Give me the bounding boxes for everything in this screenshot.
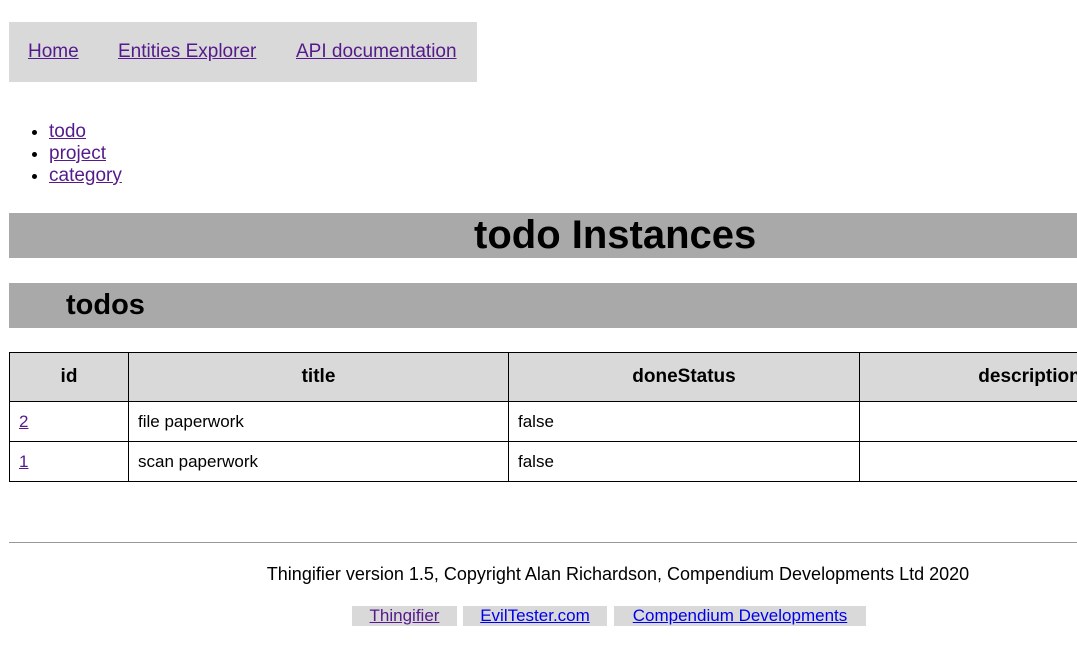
footer-link-compendium-developments[interactable]: Compendium Developments <box>633 606 848 625</box>
entity-link-todo[interactable]: todo <box>49 121 86 142</box>
entity-link-category[interactable]: category <box>49 165 122 186</box>
instances-table: id title doneStatus description 2 file p… <box>9 352 1077 482</box>
column-header-donestatus: doneStatus <box>508 352 860 402</box>
todo-id-link[interactable]: 2 <box>19 412 28 431</box>
cell-title: file paperwork <box>128 401 509 442</box>
nav-link-home[interactable]: Home <box>28 41 79 63</box>
table-row: 1 scan paperwork false <box>9 441 1077 482</box>
column-header-id: id <box>9 352 129 402</box>
footer-divider <box>9 542 1077 543</box>
page-title: todo Instances <box>474 213 757 257</box>
footer-link-box-eviltester: EvilTester.com <box>463 606 607 626</box>
column-header-description: description <box>859 352 1077 402</box>
cell-donestatus: false <box>508 441 860 482</box>
section-title-bar: todos <box>9 283 1077 328</box>
cell-title: scan paperwork <box>128 441 509 482</box>
list-item: todo <box>49 121 122 143</box>
footer-link-eviltester[interactable]: EvilTester.com <box>480 606 590 625</box>
cell-id: 2 <box>9 401 129 442</box>
list-item: project <box>49 143 122 165</box>
section-title: todos <box>66 289 145 321</box>
footer-link-thingifier[interactable]: Thingifier <box>370 606 440 625</box>
cell-donestatus: false <box>508 401 860 442</box>
page-title-bar: todo Instances <box>9 213 1077 258</box>
list-item: category <box>49 165 122 187</box>
column-header-title: title <box>128 352 509 402</box>
nav-link-api-documentation[interactable]: API documentation <box>296 41 457 63</box>
cell-id: 1 <box>9 441 129 482</box>
entity-list: todo project category <box>49 121 122 187</box>
cell-description <box>859 401 1077 442</box>
footer-link-box-compendium: Compendium Developments <box>614 606 866 626</box>
table-header-row: id title doneStatus description <box>9 352 1077 402</box>
footer-link-box-thingifier: Thingifier <box>352 606 457 626</box>
todo-id-link[interactable]: 1 <box>19 452 28 471</box>
copyright-text: Thingifier version 1.5, Copyright Alan R… <box>266 564 970 584</box>
cell-description <box>859 441 1077 482</box>
top-navigation: Home Entities Explorer API documentation <box>9 22 477 82</box>
table-row: 2 file paperwork false <box>9 401 1077 442</box>
entity-link-project[interactable]: project <box>49 143 106 164</box>
instances-table-container: id title doneStatus description 2 file p… <box>9 352 1077 484</box>
nav-link-entities-explorer[interactable]: Entities Explorer <box>118 41 256 63</box>
